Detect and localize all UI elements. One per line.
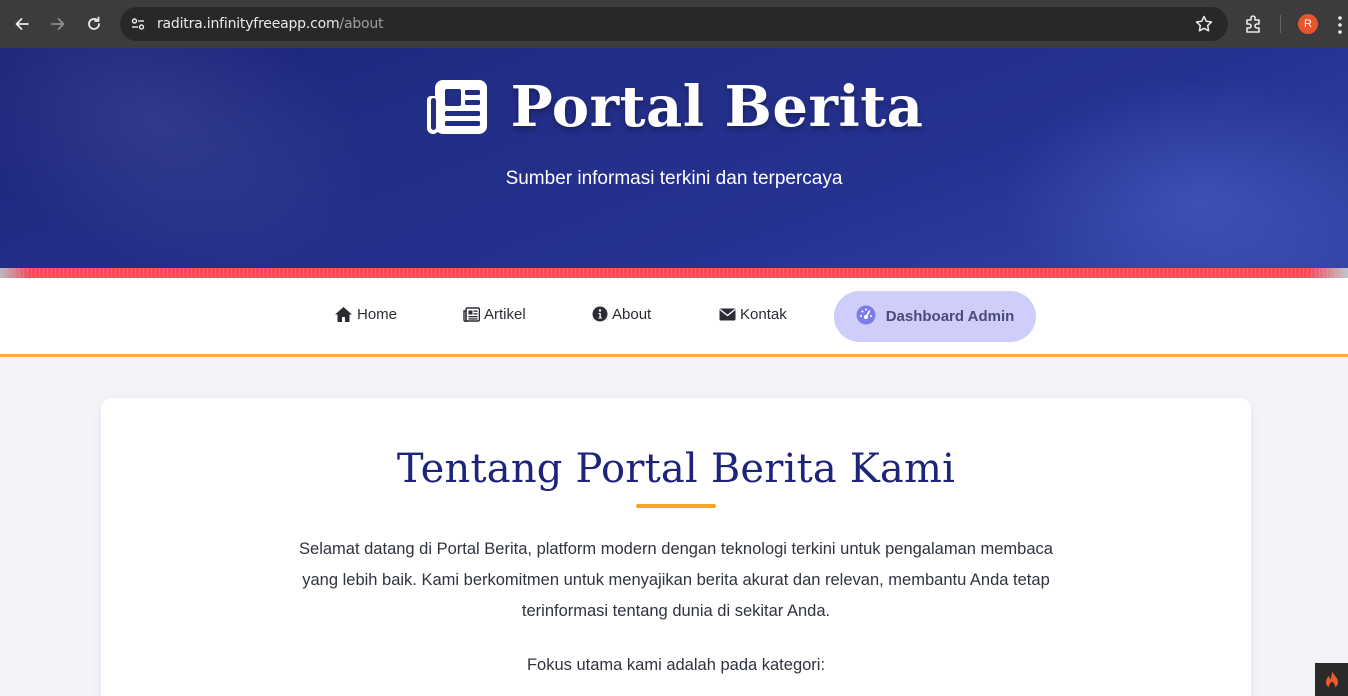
about-paragraph-line: Selamat datang di Portal Berita, platfor… bbox=[299, 540, 1053, 558]
nav-item-label: Home bbox=[357, 305, 398, 323]
nav-item-kontak[interactable]: Kontak bbox=[719, 303, 787, 325]
hero-subtitle: Sumber informasi terkini dan terpercaya bbox=[505, 168, 843, 189]
nav-item-artikel[interactable]: Artikel bbox=[463, 303, 526, 325]
url-host: raditra.infinityfreeapp.com bbox=[157, 16, 340, 32]
focus-text: Fokus utama kami adalah pada kategori: bbox=[526, 656, 826, 674]
menu-icon[interactable] bbox=[1334, 14, 1346, 36]
about-card: Tentang Portal Berita Kami Selamat datan… bbox=[101, 398, 1251, 696]
nav-item-label: Artikel bbox=[484, 305, 526, 323]
site-settings-icon[interactable] bbox=[128, 14, 148, 34]
newspaper-icon bbox=[425, 78, 489, 136]
address-bar[interactable]: raditra.infinityfreeapp.com/about bbox=[120, 7, 1228, 41]
back-icon[interactable] bbox=[10, 12, 34, 36]
dashboard-admin-button[interactable]: Dashboard Admin bbox=[834, 291, 1036, 342]
about-paragraph-line: yang lebih baik. Kami berkomitmen untuk … bbox=[302, 571, 1050, 589]
toolbar-divider bbox=[1280, 15, 1281, 33]
nav-item-about[interactable]: About bbox=[592, 303, 651, 325]
decorative-stripe bbox=[0, 268, 1348, 278]
hero-title-text: Portal Berita bbox=[510, 74, 924, 140]
browser-toolbar: raditra.infinityfreeapp.com/about R bbox=[0, 0, 1348, 48]
star-icon[interactable] bbox=[1194, 14, 1214, 34]
dashboard-admin-label: Dashboard Admin bbox=[885, 308, 1015, 325]
gauge-icon bbox=[856, 305, 876, 329]
main-nav: Home Artikel About Kontak Dashboard Admi… bbox=[0, 278, 1348, 357]
heading-underline bbox=[636, 504, 716, 508]
home-icon bbox=[334, 306, 353, 323]
info-icon bbox=[592, 306, 608, 322]
about-paragraph: Selamat datang di Portal Berita, platfor… bbox=[276, 534, 1076, 627]
nav-item-home[interactable]: Home bbox=[334, 303, 397, 325]
url-path: /about bbox=[339, 16, 384, 32]
url-text: raditra.infinityfreeapp.com/about bbox=[157, 16, 384, 32]
site-title: Portal Berita bbox=[0, 74, 1348, 140]
extensions-icon[interactable] bbox=[1243, 13, 1265, 35]
hero-banner: Portal Berita Sumber informasi terkini d… bbox=[0, 48, 1348, 270]
about-heading: Tentang Portal Berita Kami bbox=[396, 446, 956, 492]
envelope-icon bbox=[719, 308, 736, 321]
nav-item-label: Kontak bbox=[740, 305, 787, 323]
forward-icon[interactable] bbox=[46, 12, 70, 36]
nav-item-label: About bbox=[612, 305, 652, 323]
about-paragraph-line: terinformasi tentang dunia di sekitar An… bbox=[521, 602, 831, 620]
newspaper-icon bbox=[463, 306, 480, 322]
reload-icon[interactable] bbox=[82, 12, 106, 36]
profile-avatar[interactable]: R bbox=[1298, 14, 1318, 34]
flame-icon[interactable] bbox=[1315, 663, 1348, 696]
